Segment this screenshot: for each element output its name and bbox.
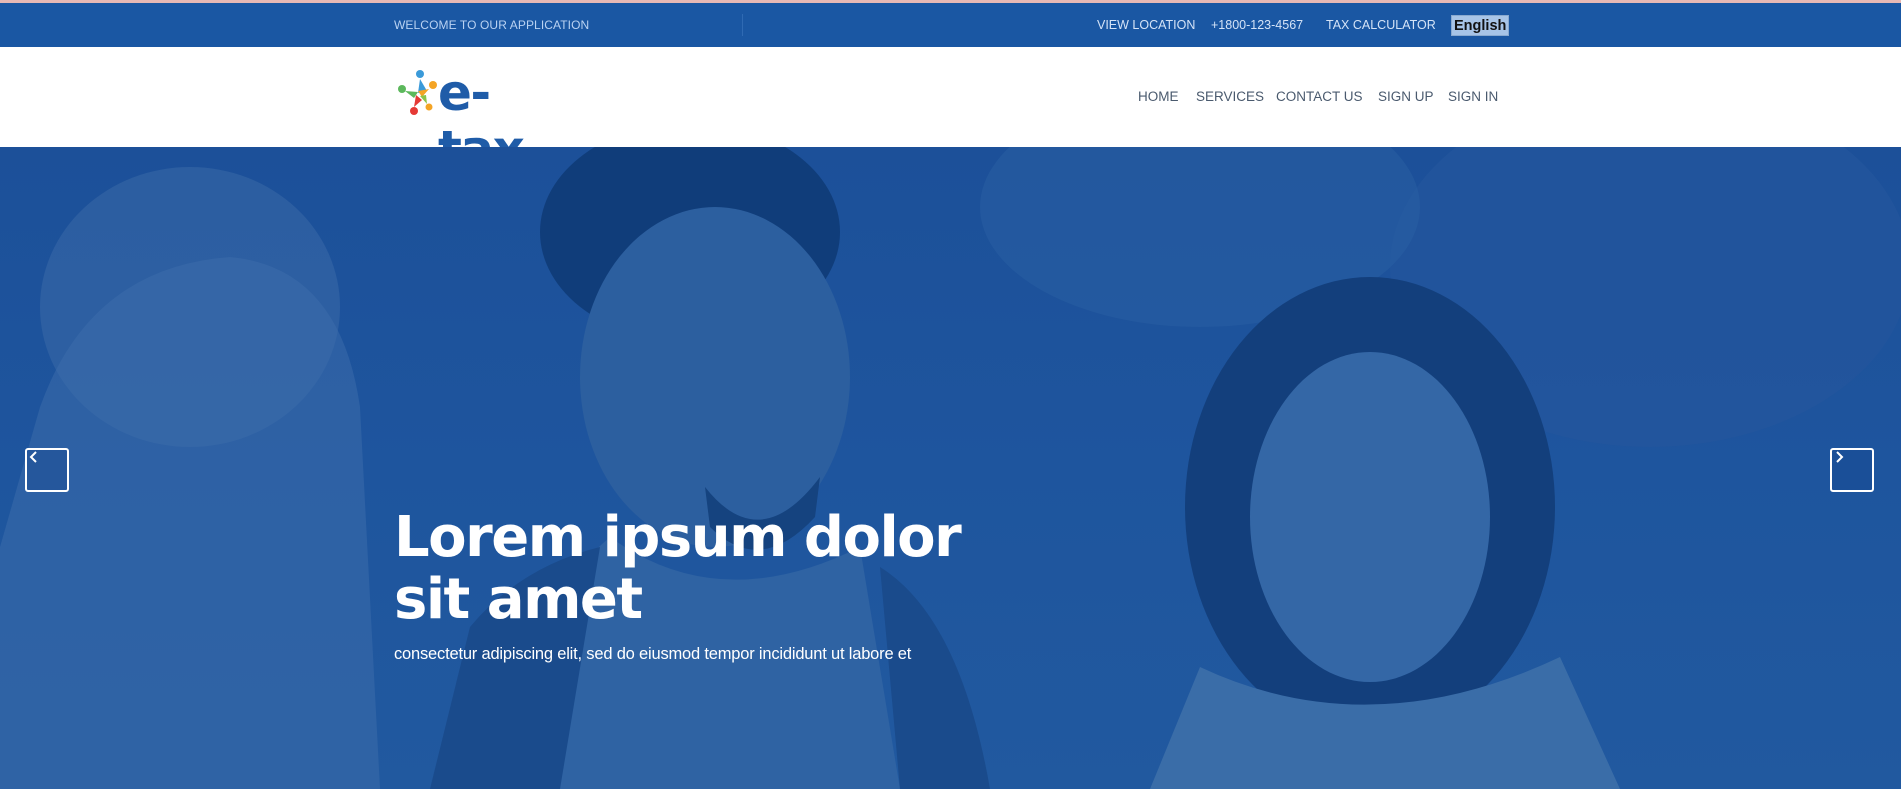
logo-people-icon <box>398 70 437 115</box>
brand-logo[interactable]: e-tax <box>396 65 556 177</box>
nav-sign-in[interactable]: SIGN IN <box>1448 89 1498 104</box>
topbar-divider <box>742 14 743 36</box>
language-select[interactable]: English <box>1451 15 1510 36</box>
main-navbar: e-tax HOME SERVICES CONTACT US SIGN UP S… <box>0 47 1901 177</box>
chevron-left-icon <box>29 451 37 463</box>
hero-title: Lorem ipsum dolor sit amet <box>394 505 962 632</box>
view-location-link[interactable]: VIEW LOCATION <box>1097 18 1195 32</box>
welcome-text: WELCOME TO OUR APPLICATION <box>394 18 590 32</box>
phone-link[interactable]: +1800-123-4567 <box>1211 18 1303 32</box>
tax-calculator-link[interactable]: TAX CALCULATOR <box>1326 18 1436 32</box>
slider-next-button[interactable] <box>1830 448 1874 492</box>
hero-subtitle: consectetur adipiscing elit, sed do eius… <box>394 645 912 663</box>
chevron-right-icon <box>1836 451 1844 463</box>
slider-prev-button[interactable] <box>25 448 69 492</box>
top-bar: WELCOME TO OUR APPLICATION VIEW LOCATION… <box>0 3 1901 47</box>
nav-home[interactable]: HOME <box>1138 89 1179 104</box>
hero-slider: Lorem ipsum dolor sit amet consectetur a… <box>0 147 1901 789</box>
nav-services[interactable]: SERVICES <box>1196 89 1264 104</box>
hero-background-image <box>0 147 1901 789</box>
nav-contact-us[interactable]: CONTACT US <box>1276 89 1363 104</box>
nav-sign-up[interactable]: SIGN UP <box>1378 89 1434 104</box>
